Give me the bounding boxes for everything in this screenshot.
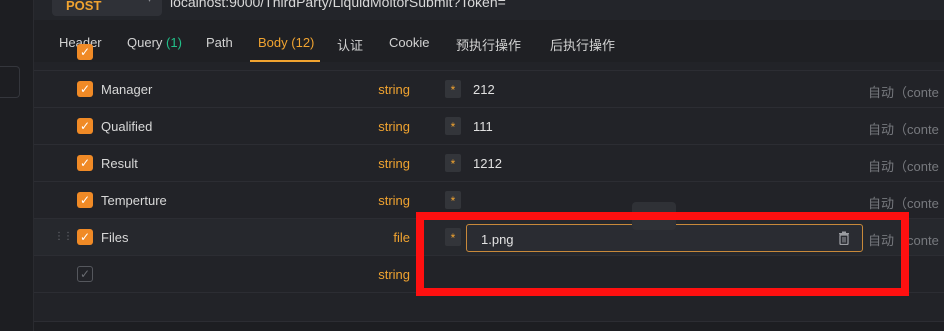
- required-marker[interactable]: *: [445, 191, 461, 209]
- param-type[interactable]: file: [393, 230, 410, 245]
- content-type[interactable]: 自动（conte: [868, 156, 939, 175]
- check-icon[interactable]: ✓: [77, 81, 93, 97]
- url-input[interactable]: localhost:9000/ThirdParty/LiquidMoitorSu…: [170, 0, 506, 10]
- left-panel-strip: [0, 0, 34, 331]
- check-icon[interactable]: ✓: [77, 155, 93, 171]
- table-footer: [34, 321, 944, 331]
- chevron-down-icon: ▾: [147, 0, 152, 5]
- required-marker[interactable]: *: [445, 117, 461, 135]
- collapse-handle[interactable]: [0, 66, 20, 98]
- annotation-highlight-box: [416, 212, 909, 296]
- param-type[interactable]: string: [378, 82, 410, 97]
- drag-handle-icon[interactable]: ⋮⋮: [54, 231, 73, 242]
- param-name[interactable]: Manager: [101, 82, 152, 97]
- check-icon[interactable]: ✓: [77, 118, 93, 134]
- check-icon[interactable]: ✓: [77, 192, 93, 208]
- method-select[interactable]: POST ▾: [52, 0, 162, 16]
- param-value[interactable]: 111: [473, 119, 493, 134]
- check-icon[interactable]: ✓: [77, 266, 93, 282]
- check-icon[interactable]: ✓: [77, 229, 93, 245]
- param-name[interactable]: Result: [101, 156, 138, 171]
- param-value[interactable]: 212: [473, 82, 495, 97]
- table-row: ✓ Result string * 1212 自动（conte: [34, 145, 944, 182]
- param-name[interactable]: Qualified: [101, 119, 152, 134]
- param-type[interactable]: string: [378, 267, 410, 282]
- param-name[interactable]: Files: [101, 230, 128, 245]
- param-name[interactable]: Temperture: [101, 193, 167, 208]
- table-row: ✓: [34, 34, 944, 71]
- required-marker[interactable]: *: [445, 80, 461, 98]
- param-type[interactable]: string: [378, 193, 410, 208]
- param-value[interactable]: 1212: [473, 156, 502, 171]
- table-row: ✓ Qualified string * 111 自动（conte: [34, 108, 944, 145]
- param-type[interactable]: string: [378, 119, 410, 134]
- table-row: ✓ Manager string * 212 自动（conte: [34, 71, 944, 108]
- content-type[interactable]: 自动（conte: [868, 82, 939, 101]
- method-label: POST: [66, 0, 102, 13]
- param-type[interactable]: string: [378, 156, 410, 171]
- check-icon[interactable]: ✓: [77, 44, 93, 60]
- content-type[interactable]: 自动（conte: [868, 119, 939, 138]
- url-bar: POST ▾ localhost:9000/ThirdParty/LiquidM…: [34, 0, 944, 20]
- required-marker[interactable]: *: [445, 154, 461, 172]
- content-type[interactable]: 自动（conte: [868, 193, 939, 212]
